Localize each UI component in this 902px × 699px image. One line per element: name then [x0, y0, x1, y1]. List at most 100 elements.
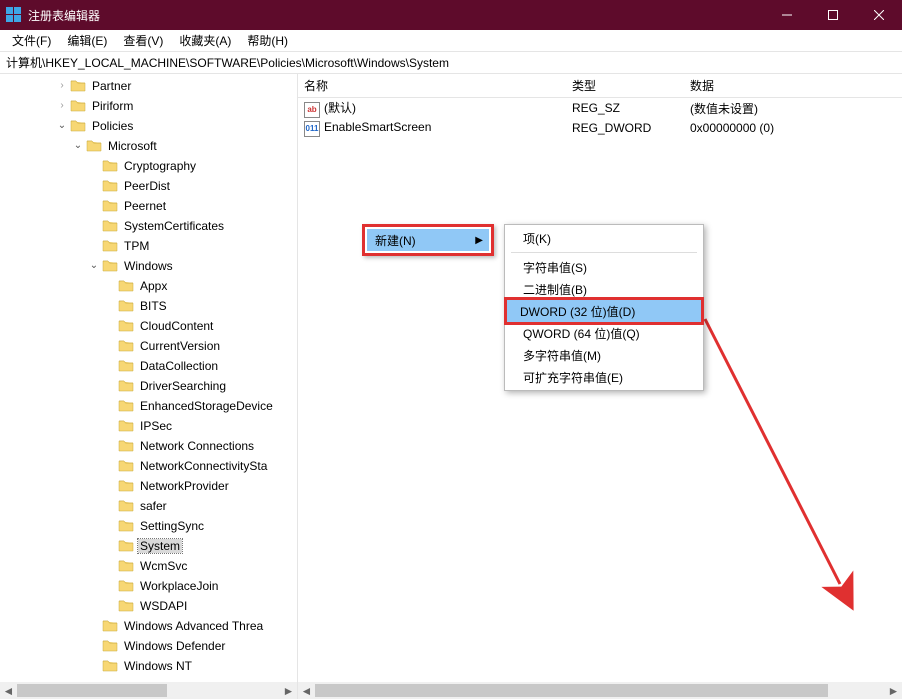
tree-item[interactable]: Cryptography [0, 156, 297, 176]
menu-separator [511, 252, 697, 253]
tree-item[interactable]: SettingSync [0, 516, 297, 536]
expand-icon[interactable]: › [56, 80, 68, 91]
collapse-icon[interactable]: ⌄ [88, 260, 100, 271]
context-expand[interactable]: 可扩充字符串值(E) [507, 366, 701, 388]
value-data: 0x00000000 (0) [684, 121, 902, 135]
folder-icon [116, 558, 138, 575]
tree-item[interactable]: DataCollection [0, 356, 297, 376]
tree-item[interactable]: Windows Defender [0, 636, 297, 656]
tree-item[interactable]: WSDAPI [0, 596, 297, 616]
app-icon [6, 7, 22, 23]
folder-icon [116, 418, 138, 435]
tree-item[interactable]: DriverSearching [0, 376, 297, 396]
value-type-icon: ab [304, 102, 320, 118]
tree-item[interactable]: System [0, 536, 297, 556]
tree-item[interactable]: NetworkProvider [0, 476, 297, 496]
scroll-right-icon[interactable]: ► [885, 682, 902, 699]
tree-item[interactable]: ⌄Windows [0, 256, 297, 276]
tree-item[interactable]: NetworkConnectivitySta [0, 456, 297, 476]
value-list[interactable]: ab(默认)REG_SZ(数值未设置)011EnableSmartScreenR… [298, 98, 902, 138]
tree-item[interactable]: WcmSvc [0, 556, 297, 576]
tree-item[interactable]: CurrentVersion [0, 336, 297, 356]
folder-icon [100, 178, 122, 195]
value-type-icon: 011 [304, 121, 320, 137]
tree-item[interactable]: SystemCertificates [0, 216, 297, 236]
menu-file[interactable]: 文件(F) [4, 30, 59, 51]
context-new[interactable]: 新建(N) ▶ [367, 229, 489, 251]
folder-icon [100, 238, 122, 255]
context-string[interactable]: 字符串值(S) [507, 256, 701, 278]
tree-item[interactable]: ⌄Microsoft [0, 136, 297, 156]
list-header: 名称 类型 数据 [298, 74, 902, 98]
tree-item[interactable]: Peernet [0, 196, 297, 216]
list-hscrollbar[interactable]: ◄ ► [298, 682, 902, 699]
tree-item[interactable]: safer [0, 496, 297, 516]
context-dword[interactable]: DWORD (32 位)值(D) [504, 297, 704, 325]
minimize-button[interactable] [764, 0, 810, 30]
tree-item[interactable]: Windows Advanced Threa [0, 616, 297, 636]
folder-icon [116, 478, 138, 495]
folder-icon [100, 258, 122, 275]
maximize-button[interactable] [810, 0, 856, 30]
tree-item[interactable]: ›Partner [0, 76, 297, 96]
collapse-icon[interactable]: ⌄ [72, 140, 84, 151]
tree-item-label: Cryptography [122, 159, 198, 173]
tree-item[interactable]: Windows NT [0, 656, 297, 676]
expand-icon[interactable]: › [56, 100, 68, 111]
value-data: (数值未设置) [684, 100, 902, 117]
tree-item-label: Appx [138, 279, 169, 293]
collapse-icon[interactable]: ⌄ [56, 120, 68, 131]
folder-icon [116, 318, 138, 335]
tree-item-label: WorkplaceJoin [138, 579, 220, 593]
tree-item[interactable]: IPSec [0, 416, 297, 436]
folder-icon [68, 98, 90, 115]
tree-item-label: CloudContent [138, 319, 215, 333]
address-bar[interactable]: 计算机\HKEY_LOCAL_MACHINE\SOFTWARE\Policies… [0, 52, 902, 74]
folder-icon [84, 138, 106, 155]
scroll-left-icon[interactable]: ◄ [298, 682, 315, 699]
value-row[interactable]: 011EnableSmartScreenREG_DWORD0x00000000 … [298, 118, 902, 138]
title-bar: 注册表编辑器 [0, 0, 902, 30]
tree-item-label: Windows Advanced Threa [122, 619, 265, 633]
tree-item-label: System [138, 539, 182, 553]
folder-icon [116, 378, 138, 395]
tree-item[interactable]: TPM [0, 236, 297, 256]
value-name: EnableSmartScreen [324, 120, 431, 134]
menu-favorites[interactable]: 收藏夹(A) [171, 30, 239, 51]
tree-item[interactable]: Appx [0, 276, 297, 296]
folder-icon [100, 658, 122, 675]
column-type[interactable]: 类型 [566, 74, 684, 97]
tree-item[interactable]: Network Connections [0, 436, 297, 456]
registry-tree[interactable]: ›Partner›Piriform⌄Policies⌄Microsoft Cryp… [0, 74, 297, 676]
tree-pane: ›Partner›Piriform⌄Policies⌄Microsoft Cryp… [0, 74, 298, 699]
tree-item[interactable]: BITS [0, 296, 297, 316]
tree-item-label: PeerDist [122, 179, 172, 193]
tree-item[interactable]: ›Piriform [0, 96, 297, 116]
folder-icon [116, 578, 138, 595]
tree-item-label: WSDAPI [138, 599, 189, 613]
close-button[interactable] [856, 0, 902, 30]
context-multi[interactable]: 多字符串值(M) [507, 344, 701, 366]
tree-item[interactable]: WorkplaceJoin [0, 576, 297, 596]
scroll-left-icon[interactable]: ◄ [0, 682, 17, 699]
tree-hscrollbar[interactable]: ◄ ► [0, 682, 297, 699]
tree-item[interactable]: CloudContent [0, 316, 297, 336]
tree-item[interactable]: PeerDist [0, 176, 297, 196]
menu-help[interactable]: 帮助(H) [239, 30, 296, 51]
tree-item-label: SettingSync [138, 519, 206, 533]
menu-edit[interactable]: 编辑(E) [59, 30, 115, 51]
tree-item[interactable]: EnhancedStorageDevice [0, 396, 297, 416]
value-row[interactable]: ab(默认)REG_SZ(数值未设置) [298, 98, 902, 118]
tree-item-label: DriverSearching [138, 379, 228, 393]
scroll-right-icon[interactable]: ► [280, 682, 297, 699]
column-data[interactable]: 数据 [684, 74, 902, 97]
context-menu: 新建(N) ▶ [362, 224, 494, 256]
folder-icon [100, 618, 122, 635]
folder-icon [116, 498, 138, 515]
column-name[interactable]: 名称 [298, 74, 566, 97]
menu-view[interactable]: 查看(V) [115, 30, 171, 51]
context-key[interactable]: 项(K) [507, 227, 701, 249]
context-qword[interactable]: QWORD (64 位)值(Q) [507, 322, 701, 344]
tree-item-label: IPSec [138, 419, 174, 433]
tree-item[interactable]: ⌄Policies [0, 116, 297, 136]
